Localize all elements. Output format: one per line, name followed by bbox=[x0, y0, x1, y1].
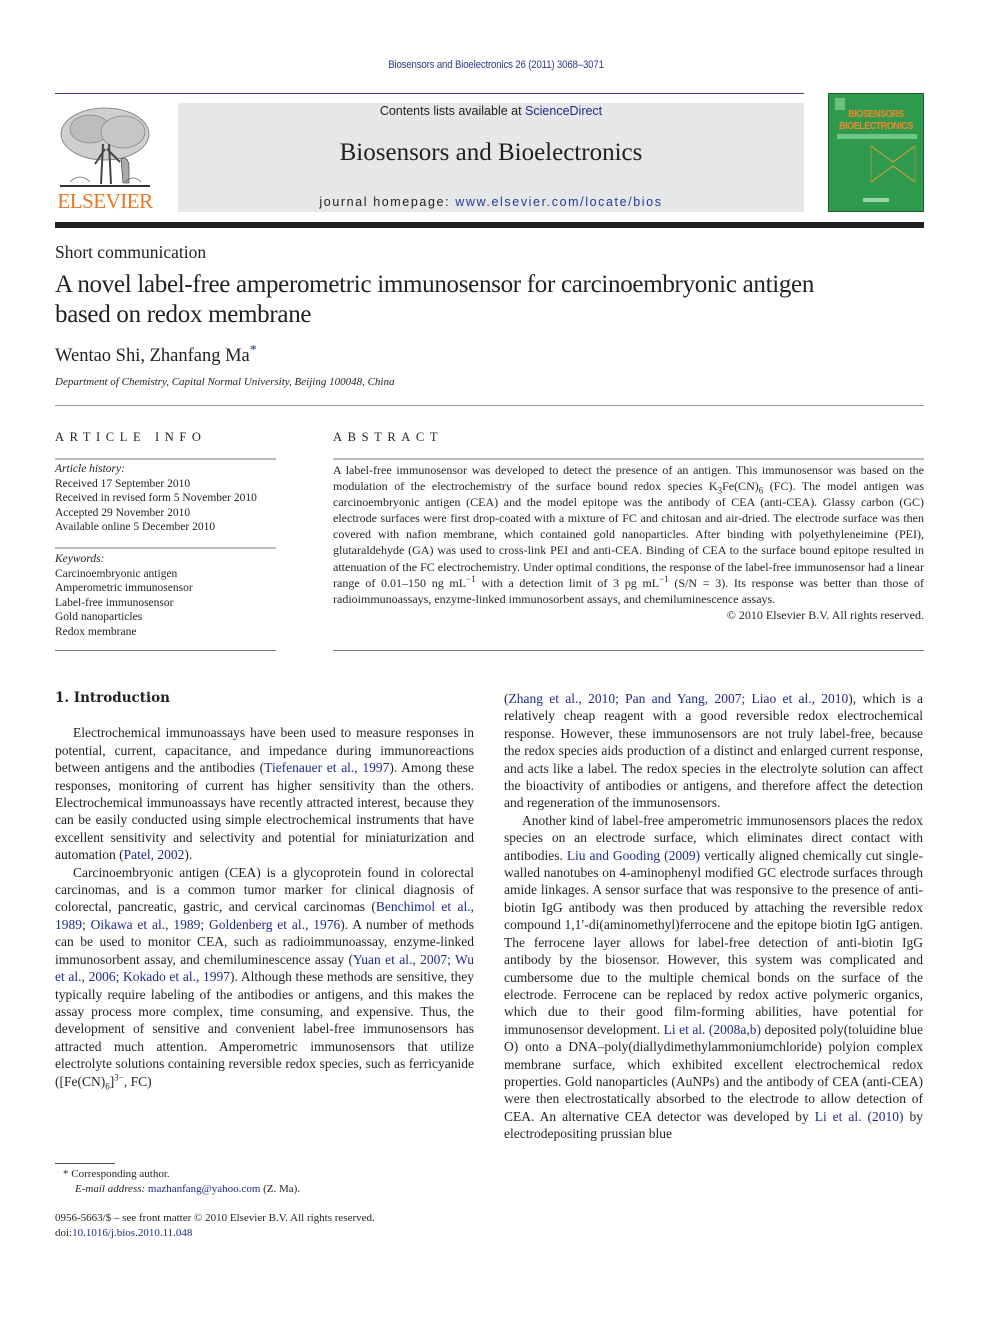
abstract-rule bbox=[333, 458, 924, 460]
article-info-rule bbox=[55, 458, 276, 460]
keywords-rule bbox=[55, 547, 276, 549]
cover-footer-mark bbox=[863, 198, 889, 202]
header-rule bbox=[55, 93, 804, 94]
author-names: Wentao Shi, Zhanfang Ma bbox=[55, 346, 250, 367]
header-thick-rule bbox=[55, 222, 924, 228]
abstract-heading: ABSTRACT bbox=[333, 430, 444, 444]
cover-title-line2: BIOELECTRONICS bbox=[839, 120, 913, 132]
cover-hourglass-icon bbox=[870, 145, 916, 183]
citation-link[interactable]: Patel, 2002 bbox=[124, 847, 185, 862]
history-item: Available online 5 December 2010 bbox=[55, 521, 216, 533]
cover-subtitle-bar bbox=[837, 134, 917, 139]
citation-link[interactable]: Tiefenauer et al., 1997 bbox=[264, 760, 389, 775]
footnote-rule bbox=[55, 1163, 115, 1164]
paragraph: Carcinoembryonic antigen (CEA) is a glyc… bbox=[55, 864, 475, 1092]
keywords-label: Keywords: bbox=[55, 553, 105, 565]
affiliation: Department of Chemistry, Capital Normal … bbox=[55, 376, 395, 388]
keyword-item: Carcinoembryonic antigen bbox=[55, 567, 178, 580]
body-column-right: (Zhang et al., 2010; Pan and Yang, 2007;… bbox=[504, 690, 923, 1143]
cover-title-line1: BIOSENSORS bbox=[848, 108, 904, 120]
paragraph: (Zhang et al., 2010; Pan and Yang, 2007;… bbox=[504, 691, 923, 811]
history-item: Received in revised form 5 November 2010 bbox=[55, 492, 257, 504]
keywords-block: Keywords: Carcinoembryonic antigen Amper… bbox=[55, 552, 285, 639]
homepage-link[interactable]: www.elsevier.com/locate/bios bbox=[455, 195, 662, 209]
keyword-item: Redox membrane bbox=[55, 625, 137, 638]
elsevier-logo[interactable]: ELSEVIER bbox=[55, 104, 155, 214]
elsevier-wordmark: ELSEVIER bbox=[57, 189, 153, 213]
history-label: Article history: bbox=[55, 463, 125, 475]
contents-line: Contents lists available at ScienceDirec… bbox=[178, 104, 804, 118]
journal-banner: Contents lists available at ScienceDirec… bbox=[178, 103, 804, 212]
issn-line: 0956-5663/$ – see front matter © 2010 El… bbox=[55, 1212, 375, 1224]
article-info-heading: ARTICLE INFO bbox=[55, 430, 207, 444]
keyword-item: Gold nanoparticles bbox=[55, 611, 143, 623]
section-heading-introduction: 1. Introduction bbox=[55, 690, 170, 706]
article-info-bottom-rule bbox=[55, 650, 276, 651]
sciencedirect-link[interactable]: ScienceDirect bbox=[525, 104, 602, 118]
history-item: Received 17 September 2010 bbox=[55, 477, 191, 490]
article-type: Short communication bbox=[55, 242, 207, 262]
elsevier-tree-icon bbox=[60, 107, 150, 187]
citation-link[interactable]: Liu and Gooding (2009) bbox=[567, 848, 700, 863]
email-link[interactable]: mazhanfang@yahoo.com bbox=[148, 1183, 260, 1195]
contents-prefix: Contents lists available at bbox=[379, 104, 526, 118]
abstract-bottom-rule bbox=[333, 650, 924, 651]
corresponding-author-note: Corresponding author. bbox=[68, 1168, 170, 1180]
section-rule bbox=[55, 405, 924, 406]
running-head[interactable]: Biosensors and Bioelectronics 26 (2011) … bbox=[60, 59, 933, 71]
email-label: E-mail address: bbox=[75, 1182, 148, 1195]
article-title: A novel label-free amperometric immunose… bbox=[55, 271, 815, 328]
abstract-text: A label-free immunosensor was developed … bbox=[333, 463, 924, 622]
citation-link[interactable]: Li et al. (2010) bbox=[815, 1109, 904, 1124]
keyword-item: Amperometric immunosensor bbox=[55, 582, 193, 594]
author-list: Wentao Shi, Zhanfang Ma* bbox=[55, 343, 257, 367]
doi-link[interactable]: 10.1016/j.bios.2010.11.048 bbox=[72, 1227, 192, 1239]
footnote: * Corresponding author. E-mail address: … bbox=[63, 1168, 301, 1195]
front-matter: 0956-5663/$ – see front matter © 2010 El… bbox=[55, 1211, 475, 1240]
doi-prefix: doi: bbox=[55, 1226, 73, 1239]
keyword-item: Label-free immunosensor bbox=[55, 596, 174, 609]
citation-link[interactable]: Zhang et al., 2010; Pan and Yang, 2007; … bbox=[509, 691, 849, 706]
article-history: Article history: Received 17 September 2… bbox=[55, 462, 285, 535]
homepage-prefix: journal homepage: bbox=[319, 195, 456, 209]
citation-link[interactable]: Li et al. (2008a,b) bbox=[664, 1022, 761, 1037]
body-column-left: 1. Introduction Electrochemical immunoas… bbox=[55, 690, 475, 1092]
corresponding-author-mark[interactable]: * bbox=[250, 343, 257, 358]
journal-cover-image[interactable]: BIOSENSORS BIOELECTRONICS bbox=[828, 93, 924, 212]
journal-name: Biosensors and Bioelectronics bbox=[339, 139, 643, 166]
abstract-copyright: © 2010 Elsevier B.V. All rights reserved… bbox=[726, 607, 924, 622]
paragraph: Another kind of label-free amperometric … bbox=[504, 812, 924, 1142]
history-item: Accepted 29 November 2010 bbox=[55, 506, 191, 519]
homepage-line: journal homepage: www.elsevier.com/locat… bbox=[178, 195, 804, 209]
paragraph: Electrochemical immunoassays have been u… bbox=[55, 725, 475, 863]
